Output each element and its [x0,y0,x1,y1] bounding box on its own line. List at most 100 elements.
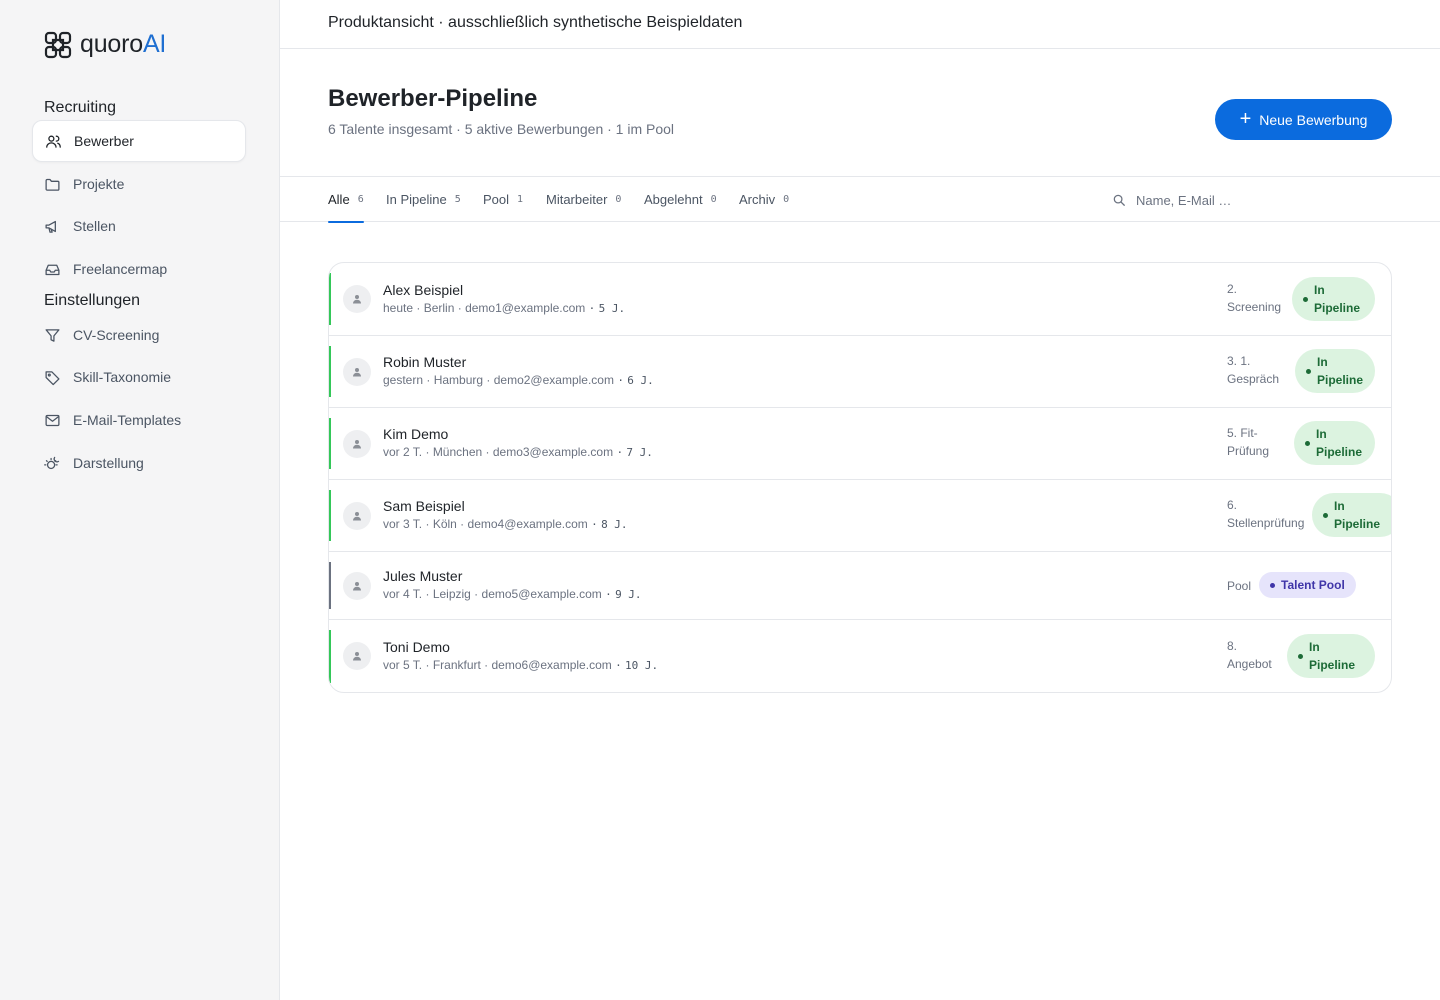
sidebar: quoroAI Recruiting Bewerber Projekte Ste… [0,0,280,1000]
avatar [343,285,371,313]
sidebar-item-label: Darstellung [73,455,144,471]
candidate-name: Jules Muster [383,568,463,584]
status-dot [1305,440,1310,446]
sidebar-item-cv-screening[interactable]: CV-Screening [32,314,246,356]
person-icon [353,652,361,661]
sidebar-item-skill-taxonomie[interactable]: Skill-Taxonomie [32,356,246,398]
pipeline-stage: Pool [1227,579,1252,593]
person-icon [353,440,361,449]
tab-in-pipeline[interactable]: In Pipeline 5 [386,177,461,222]
tab-label: Mitarbeiter [546,192,608,207]
candidate-meta: vor 2 T. · München · demo3@example.com ·… [383,445,653,459]
plus-icon: + [1239,107,1252,130]
tab-label: Abgelehnt [644,192,703,207]
candidate-row[interactable]: Kim Demo vor 2 T. · München · demo3@exam… [329,408,1391,480]
candidate-meta: vor 5 T. · Frankfurt · demo6@example.com… [383,658,659,672]
sidebar-item-darstellung[interactable]: Darstellung [32,442,246,484]
status-badge: In Pipeline [1312,493,1391,537]
candidate-name: Toni Demo [383,639,450,655]
pipeline-stage: 8. Angebot [1227,639,1272,671]
status-badge: Talent Pool [1259,572,1356,598]
pipeline-stage: 2. Screening [1227,282,1282,314]
avatar [343,430,371,458]
candidate-row[interactable]: Sam Beispiel vor 3 T. · Köln · demo4@exa… [329,480,1391,552]
sidebar-item-label: Projekte [73,176,125,192]
sidebar-item-label: Stellen [73,218,116,234]
avatar [343,358,371,386]
tab-count: 5 [454,194,461,205]
brand-name: quoroAI [80,30,167,58]
status-accent-bar [329,418,331,469]
candidate-meta: vor 4 T. · Leipzig · demo5@example.com ·… [383,587,642,601]
tab-pool[interactable]: Pool 1 [483,177,523,222]
candidate-name: Robin Muster [383,354,467,370]
tab-label: Archiv [739,192,776,207]
candidate-row[interactable]: Jules Muster vor 4 T. · Leipzig · demo5@… [329,552,1391,620]
section-title-einstellungen: Einstellungen [44,292,141,309]
candidate-row[interactable]: Robin Muster gestern · Hamburg · demo2@e… [329,336,1391,408]
candidate-meta: gestern · Hamburg · demo2@example.com · … [383,373,654,387]
avatar [343,572,371,600]
topbar: Produktansicht · ausschließlich syntheti… [280,0,1440,49]
tab-abgelehnt[interactable]: Abgelehnt 0 [644,177,717,222]
tab-count: 0 [783,194,790,205]
filter-icon [45,328,60,342]
status-dot [1303,296,1308,302]
tab-alle[interactable]: Alle 6 [328,177,364,223]
tab-mitarbeiter[interactable]: Mitarbeiter 0 [546,177,621,222]
filter-tabs: Alle 6 In Pipeline 5 Pool 1 Mitarbeiter … [280,176,1440,223]
search-input[interactable] [1136,192,1336,208]
status-accent-bar [329,630,331,683]
status-accent-bar [329,346,331,397]
status-dot [1270,582,1275,588]
tab-label: Alle [328,192,350,207]
person-icon [353,582,361,591]
status-accent-bar [329,273,331,325]
candidate-meta: heute · Berlin · demo1@example.com · 5 J… [383,301,626,315]
candidate-row[interactable]: Alex Beispiel heute · Berlin · demo1@exa… [329,263,1391,336]
mail-icon [45,414,60,426]
sidebar-item-stellen[interactable]: Stellen [32,205,246,247]
sidebar-item-label: Skill-Taxonomie [73,369,172,385]
candidate-row[interactable]: Toni Demo vor 5 T. · Frankfurt · demo6@e… [329,620,1391,692]
folder-icon [45,178,60,191]
tab-label: Pool [483,192,510,207]
status-dot [1306,368,1311,374]
status-dot [1298,653,1303,659]
status-badge: In Pipeline [1294,421,1375,465]
status-accent-bar [329,562,331,609]
search-box [1112,189,1362,211]
avatar [343,502,371,530]
sidebar-item-label: CV-Screening [73,327,160,343]
tab-count: 1 [517,194,524,205]
status-badge: In Pipeline [1287,634,1375,678]
logo-knot-icon [44,31,72,58]
tab-archiv[interactable]: Archiv 0 [739,177,789,222]
candidate-meta: vor 3 T. · Köln · demo4@example.com · 8 … [383,517,628,531]
tab-label: In Pipeline [386,192,447,207]
brand-logo[interactable]: quoroAI [44,30,166,59]
sidebar-item-bewerber[interactable]: Bewerber [32,120,246,162]
tab-count: 0 [710,194,717,205]
candidate-name: Alex Beispiel [383,282,464,298]
megaphone-icon [45,220,56,233]
candidate-list: Alex Beispiel heute · Berlin · demo1@exa… [328,262,1392,693]
tab-count: 6 [357,194,364,205]
sidebar-item-label: Bewerber [74,133,134,149]
sidebar-item-label: Freelancermap [73,261,168,277]
person-icon [353,295,361,304]
tab-count: 0 [615,194,622,205]
tag-icon [45,370,60,385]
sun-moon-icon [44,456,60,469]
inbox-icon [45,264,60,275]
sidebar-item-freelancermap[interactable]: Freelancermap [32,248,246,290]
demo-notice: Produktansicht · ausschließlich syntheti… [328,14,743,31]
sidebar-item-email-templates[interactable]: E-Mail-Templates [32,399,246,441]
status-accent-bar [329,490,331,541]
sidebar-item-projekte[interactable]: Projekte [32,163,246,205]
pipeline-stage: 5. Fit- Prüfung [1227,426,1270,458]
new-application-button[interactable]: + Neue Bewerbung [1215,99,1392,140]
sidebar-item-label: E-Mail-Templates [73,412,182,428]
status-dot [1323,512,1328,518]
candidate-name: Sam Beispiel [383,498,465,514]
